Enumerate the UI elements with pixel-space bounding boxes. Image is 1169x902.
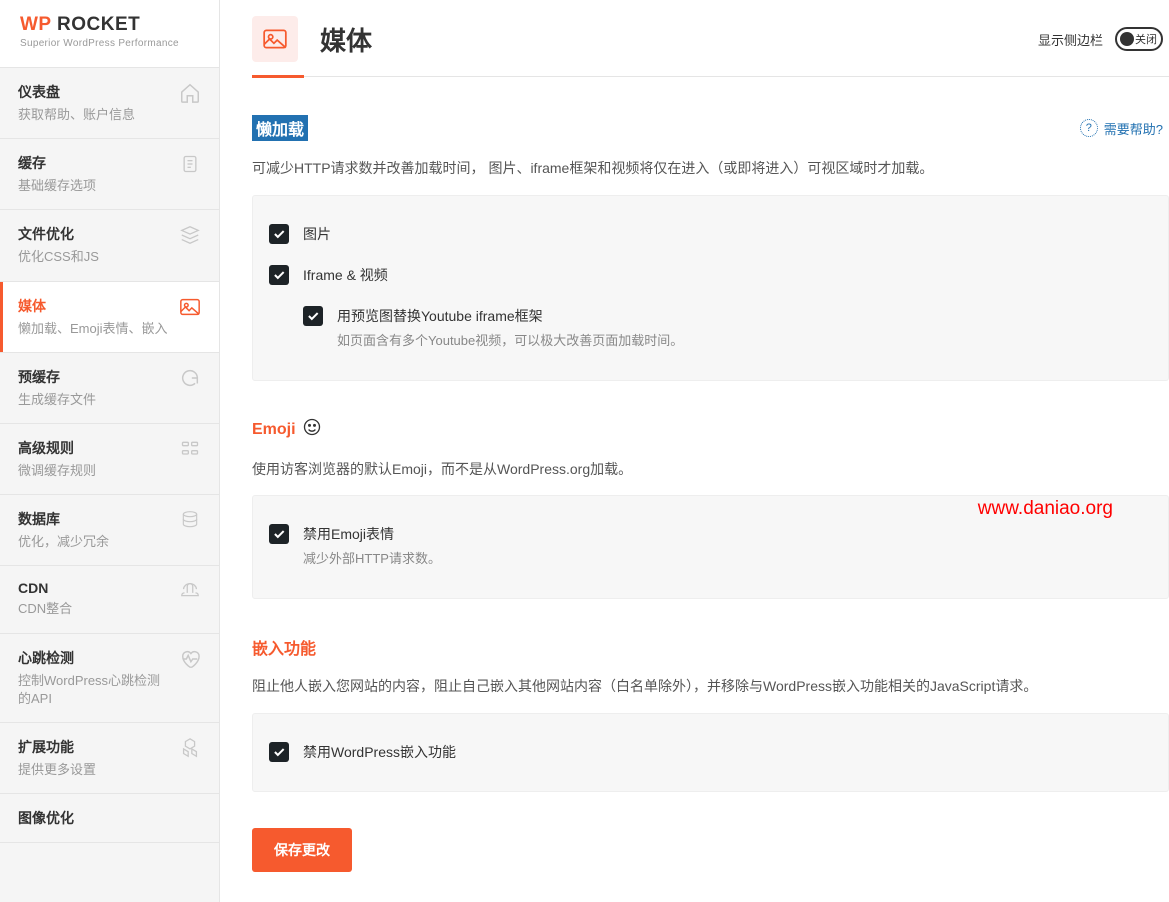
sidebar-toggle[interactable]: 关闭 bbox=[1115, 27, 1163, 51]
nav-heartbeat[interactable]: 心跳检测控制WordPress心跳检测的API bbox=[0, 634, 219, 723]
main-content: 媒体 显示侧边栏 关闭 懒加载 ?需要帮助? 可减少HTTP请求数并改善加载时间… bbox=[220, 0, 1169, 902]
label-iframe: Iframe & 视频 bbox=[303, 265, 388, 286]
nav-cdn[interactable]: CDNCDN整合 bbox=[0, 566, 219, 633]
section-lazyload-desc: 可减少HTTP请求数并改善加载时间， 图片、iframe框架和视频将仅在进入（或… bbox=[252, 157, 1169, 181]
nav-file-opt[interactable]: 文件优化优化CSS和JS bbox=[0, 210, 219, 281]
sidebar: WP ROCKET Superior WordPress Performance… bbox=[0, 0, 220, 902]
checkbox-disable-embed[interactable] bbox=[269, 742, 289, 762]
image-icon bbox=[179, 296, 201, 318]
section-embed-title: 嵌入功能 bbox=[252, 635, 316, 659]
nav-cache[interactable]: 缓存基础缓存选项 bbox=[0, 139, 219, 210]
emoji-panel: 禁用Emoji表情 减少外部HTTP请求数。 bbox=[252, 495, 1169, 599]
checkbox-disable-emoji[interactable] bbox=[269, 524, 289, 544]
nav-database[interactable]: 数据库优化，减少冗余 bbox=[0, 495, 219, 566]
label-images: 图片 bbox=[303, 224, 331, 245]
cubes-icon bbox=[179, 737, 201, 759]
document-icon bbox=[179, 153, 201, 175]
nav-advanced[interactable]: 高级规则微调缓存规则 bbox=[0, 424, 219, 495]
sliders-icon bbox=[179, 438, 201, 460]
lazyload-panel: 图片 Iframe & 视频 用预览图替换Youtube iframe框架 如页… bbox=[252, 195, 1169, 381]
nav-media[interactable]: 媒体懒加载、Emoji表情、嵌入 bbox=[0, 282, 219, 353]
home-icon bbox=[179, 82, 201, 104]
checkbox-iframe[interactable] bbox=[269, 265, 289, 285]
checkbox-youtube[interactable] bbox=[303, 306, 323, 326]
nav-dashboard[interactable]: 仪表盘获取帮助、账户信息 bbox=[0, 68, 219, 139]
nav-image-opt[interactable]: 图像优化 bbox=[0, 794, 219, 843]
nav-addons[interactable]: 扩展功能提供更多设置 bbox=[0, 723, 219, 794]
help-icon: ? bbox=[1080, 119, 1098, 137]
label-disable-embed: 禁用WordPress嵌入功能 bbox=[303, 742, 456, 763]
database-icon bbox=[179, 509, 201, 531]
layers-icon bbox=[179, 224, 201, 246]
media-page-icon bbox=[252, 16, 298, 62]
page-title: 媒体 bbox=[320, 21, 372, 58]
embed-panel: 禁用WordPress嵌入功能 bbox=[252, 713, 1169, 792]
show-sidebar-label: 显示侧边栏 bbox=[1038, 30, 1103, 49]
checkbox-images[interactable] bbox=[269, 224, 289, 244]
label-disable-emoji: 禁用Emoji表情 减少外部HTTP请求数。 bbox=[303, 524, 441, 570]
save-button[interactable]: 保存更改 bbox=[252, 828, 352, 872]
nav-preload[interactable]: 预缓存生成缓存文件 bbox=[0, 353, 219, 424]
help-link[interactable]: ?需要帮助? bbox=[1080, 119, 1169, 138]
emoji-face-icon bbox=[302, 417, 322, 442]
section-embed-desc: 阻止他人嵌入您网站的内容，阻止自己嵌入其他网站内容（白名单除外），并移除与Wor… bbox=[252, 675, 1169, 699]
page-header: 媒体 显示侧边栏 关闭 bbox=[252, 16, 1169, 76]
hand-icon bbox=[179, 580, 201, 602]
heartbeat-icon bbox=[179, 648, 201, 670]
label-youtube: 用预览图替换Youtube iframe框架 如页面含有多个Youtube视频，… bbox=[337, 306, 683, 352]
section-lazyload-title: 懒加载 bbox=[252, 115, 308, 141]
section-emoji-title: Emoji bbox=[252, 417, 322, 442]
refresh-icon bbox=[179, 367, 201, 389]
logo: WP ROCKET Superior WordPress Performance bbox=[0, 0, 219, 68]
section-emoji-desc: 使用访客浏览器的默认Emoji，而不是从WordPress.org加载。 bbox=[252, 458, 1169, 482]
